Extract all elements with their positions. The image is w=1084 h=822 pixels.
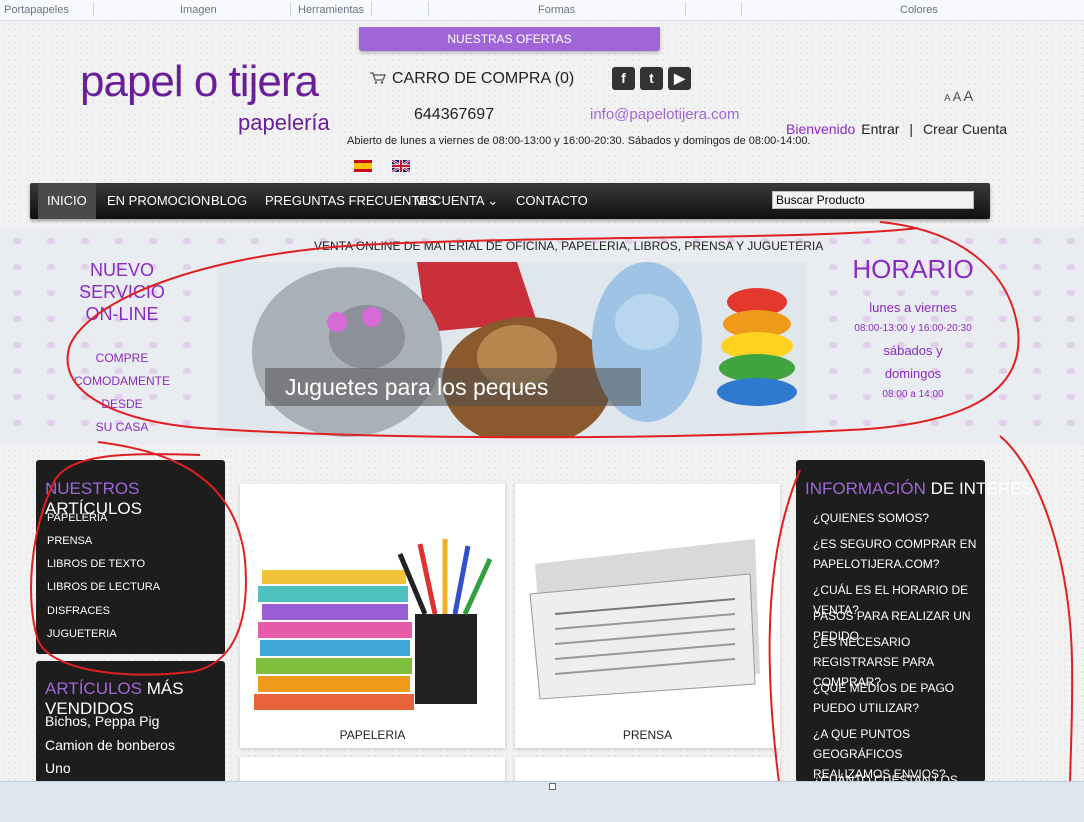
- spanish-flag-icon[interactable]: [354, 159, 372, 172]
- youtube-icon[interactable]: ▶: [668, 67, 691, 90]
- font-size-medium[interactable]: A: [953, 89, 962, 104]
- ribbon-separator: [741, 2, 742, 16]
- newspapers-image: [529, 539, 760, 700]
- service-title-line: NUEVO SERVICIO: [79, 260, 165, 302]
- categories-panel: NUESTROS ARTÍCULOS PAPELERIA PRENSA LIBR…: [36, 460, 225, 654]
- email-link[interactable]: info@papelotijera.com: [590, 106, 739, 123]
- phone-number: 644367697: [414, 106, 495, 123]
- canvas-resize-handle[interactable]: [549, 783, 556, 790]
- product-card-papeleria[interactable]: PAPELERIA: [240, 484, 505, 748]
- toys-banner[interactable]: Juguetes para los peques: [217, 262, 807, 437]
- language-flags: [354, 157, 426, 175]
- banner-caption: Juguetes para los peques: [265, 368, 641, 406]
- schedule-box: HORARIO lunes a viernes 08:00-13:00 y 16…: [820, 254, 1006, 405]
- twitter-icon[interactable]: t: [640, 67, 663, 90]
- nav-item-my-account[interactable]: MI CUENTA ⌄: [405, 183, 507, 219]
- bestseller-item[interactable]: Camion de bonberos: [45, 737, 175, 753]
- category-item[interactable]: PRENSA: [47, 535, 92, 547]
- ribbon-group-colors[interactable]: Colores: [900, 4, 938, 16]
- logo-sub-text: papelería: [238, 110, 330, 135]
- welcome-text: Bienvenido: [786, 121, 856, 137]
- cart-label: CARRO DE COMPRA (0): [392, 70, 575, 87]
- info-panel: INFORMACIÓN DE INTERÉS ¿QUIENES SOMOS? ¿…: [796, 460, 1033, 807]
- register-link[interactable]: Crear Cuenta: [923, 121, 1007, 137]
- nav-item-blog[interactable]: BLOG: [202, 183, 256, 219]
- schedule-line: 08:00 a 14:00: [882, 389, 944, 400]
- category-item[interactable]: JUGUETERIA: [47, 628, 117, 640]
- info-item[interactable]: ¿QUIENES SOMOS?: [813, 508, 981, 528]
- tagline: VENTA ONLINE DE MATERIAL DE OFICINA, PAP…: [314, 239, 824, 253]
- stationery-image: [254, 539, 493, 710]
- account-separator: |: [909, 121, 914, 137]
- font-size-controls: AAA: [942, 88, 973, 105]
- ribbon-separator: [93, 2, 94, 16]
- category-item[interactable]: LIBROS DE TEXTO: [47, 558, 145, 570]
- schedule-title: HORARIO: [852, 254, 974, 284]
- offers-tab[interactable]: NUESTRAS OFERTAS: [359, 27, 660, 51]
- ribbon-group-image[interactable]: Imagen: [180, 4, 217, 16]
- bestseller-item[interactable]: Uno: [45, 760, 71, 776]
- category-item[interactable]: LIBROS DE LECTURA: [47, 581, 160, 593]
- info-title: INFORMACIÓN DE INTERÉS: [805, 479, 1033, 499]
- social-links: f t ▶: [612, 67, 696, 90]
- facebook-icon[interactable]: f: [612, 67, 635, 90]
- schedule-line: domingos: [884, 366, 942, 381]
- schedule-line: sábados y: [883, 343, 943, 358]
- product-card-prensa[interactable]: PRENSA: [515, 484, 780, 748]
- service-title-line: ON-LINE: [85, 304, 159, 324]
- schedule-line: lunes a viernes: [869, 300, 957, 315]
- opening-hours: Abierto de lunes a viernes de 08:00-13:0…: [347, 135, 811, 147]
- account-links: Bienvenido Entrar | Crear Cuenta: [786, 121, 1007, 137]
- site-logo[interactable]: papel o tijera papelería: [80, 57, 330, 136]
- service-line: COMPRE: [95, 351, 149, 365]
- schedule-line: 08:00-13:00 y 16:00-20:30: [854, 323, 972, 334]
- login-link[interactable]: Entrar: [861, 121, 899, 137]
- ribbon-separator: [290, 2, 291, 16]
- service-line: COMODAMENTE: [74, 374, 170, 388]
- ribbon-separator: [371, 2, 372, 16]
- paint-ribbon: Portapapeles Imagen Herramientas Formas …: [0, 0, 1084, 21]
- nav-item-contact[interactable]: CONTACTO: [507, 183, 597, 219]
- cart-icon: [370, 72, 386, 84]
- ribbon-group-tools[interactable]: Herramientas: [298, 4, 364, 16]
- online-service-box: NUEVO SERVICIO ON-LINE COMPRE COMODAMENT…: [55, 259, 189, 439]
- info-item[interactable]: ¿ES SEGURO COMPRAR EN PAPELOTIJERA.COM?: [813, 534, 981, 574]
- font-size-small[interactable]: A: [944, 93, 951, 104]
- ribbon-separator: [685, 2, 686, 16]
- status-bar: [0, 781, 1084, 822]
- bestseller-item[interactable]: Bichos, Peppa Pig: [45, 713, 159, 729]
- category-item[interactable]: DISFRACES: [47, 605, 110, 617]
- product-label: PRENSA: [622, 728, 673, 742]
- toys-illustration: [217, 262, 807, 437]
- category-item[interactable]: PAPELERIA: [47, 512, 107, 524]
- info-title-rest: DE INTERÉS: [925, 479, 1033, 498]
- service-line: DESDE: [101, 397, 143, 411]
- categories-title-highlight: NUESTROS: [45, 479, 140, 498]
- search-input[interactable]: [772, 191, 974, 209]
- info-item[interactable]: ¿QUÉ MEDIOS DE PAGO PUEDO UTILIZAR?: [813, 678, 981, 718]
- english-flag-icon[interactable]: [392, 159, 411, 172]
- info-title-highlight: INFORMACIÓN: [805, 479, 926, 498]
- ribbon-separator: [428, 2, 429, 16]
- ribbon-group-clipboard[interactable]: Portapapeles: [4, 4, 69, 16]
- product-label: PAPELERIA: [339, 728, 406, 742]
- logo-main-text: papel o tijera: [80, 57, 319, 106]
- service-line: SU CASA: [95, 420, 149, 434]
- bestsellers-panel: ARTÍCULOS MÁS VENDIDOS Bichos, Peppa Pig…: [36, 661, 225, 783]
- cart-link[interactable]: CARRO DE COMPRA (0): [370, 70, 574, 88]
- bestsellers-title-highlight: ARTÍCULOS: [45, 679, 142, 698]
- ribbon-group-shapes[interactable]: Formas: [538, 4, 575, 16]
- font-size-large[interactable]: A: [963, 88, 973, 105]
- nav-item-inicio[interactable]: INICIO: [38, 183, 96, 219]
